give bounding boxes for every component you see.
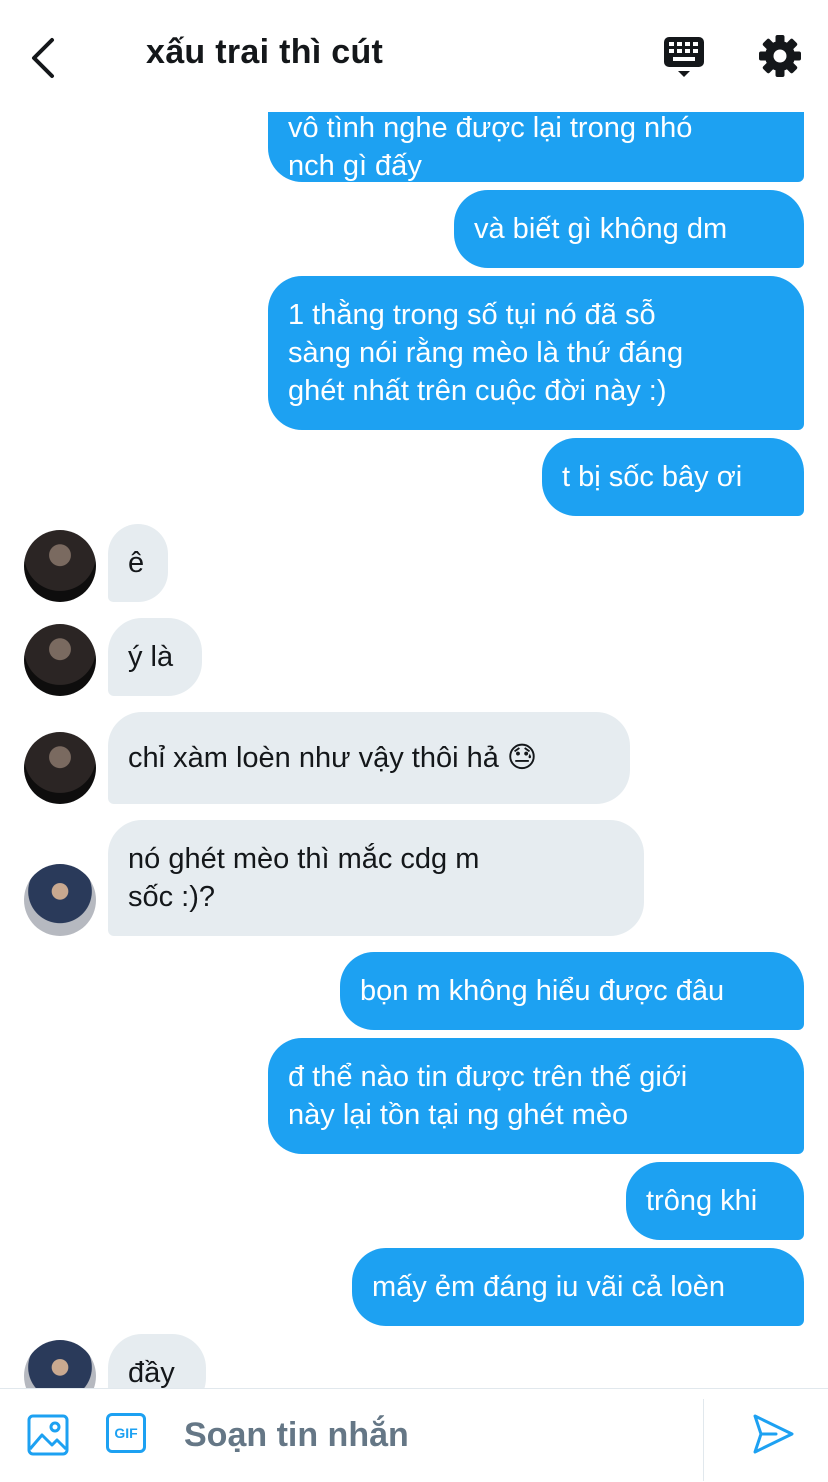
keyboard-icon bbox=[664, 37, 704, 77]
keyboard-shortcuts-button[interactable] bbox=[660, 34, 710, 80]
avatar[interactable] bbox=[24, 864, 96, 936]
image-icon bbox=[27, 1414, 69, 1456]
message-incoming[interactable]: nó ghét mèo thì mắc cdg m sốc :)? bbox=[108, 820, 644, 936]
message-incoming[interactable]: đầy bbox=[108, 1334, 206, 1388]
conversation-title: xấu trai thì cút bbox=[146, 33, 384, 71]
add-image-button[interactable] bbox=[26, 1413, 70, 1457]
send-button[interactable] bbox=[750, 1411, 796, 1457]
message-incoming[interactable]: chỉ xàm loèn như vậy thôi hả 😓 bbox=[108, 712, 630, 804]
avatar[interactable] bbox=[24, 732, 96, 804]
back-button[interactable] bbox=[22, 30, 72, 86]
message-outgoing[interactable]: t bị sốc bây ơi bbox=[542, 438, 804, 516]
message-outgoing[interactable]: bọn m không hiểu được đâu bbox=[340, 952, 804, 1030]
message-outgoing[interactable]: đ thể nào tin được trên thế giới này lại… bbox=[268, 1038, 804, 1154]
message-thread[interactable]: vô tình nghe được lại trong nhó nch gì đ… bbox=[0, 0, 828, 1388]
message-outgoing[interactable]: và biết gì không dm bbox=[454, 190, 804, 268]
composer-bar: GIF Soạn tin nhắn bbox=[0, 1388, 828, 1482]
gear-icon bbox=[759, 35, 801, 77]
message-outgoing[interactable]: 1 thằng trong số tụi nó đã sỗ sàng nói r… bbox=[268, 276, 804, 430]
avatar[interactable] bbox=[24, 1340, 96, 1388]
chevron-left-icon bbox=[32, 38, 54, 78]
conversation-header: xấu trai thì cút bbox=[0, 0, 828, 112]
message-outgoing[interactable]: trông khi bbox=[626, 1162, 804, 1240]
message-incoming[interactable]: ê bbox=[108, 524, 168, 602]
avatar[interactable] bbox=[24, 624, 96, 696]
send-icon bbox=[753, 1414, 794, 1454]
settings-button[interactable] bbox=[756, 32, 804, 80]
gif-button[interactable]: GIF bbox=[106, 1413, 146, 1453]
message-input[interactable]: Soạn tin nhắn bbox=[184, 1411, 684, 1459]
avatar[interactable] bbox=[24, 530, 96, 602]
message-incoming[interactable]: ý là bbox=[108, 618, 202, 696]
message-outgoing[interactable]: mấy ẻm đáng iu vãi cả loèn bbox=[352, 1248, 804, 1326]
divider bbox=[703, 1399, 704, 1481]
